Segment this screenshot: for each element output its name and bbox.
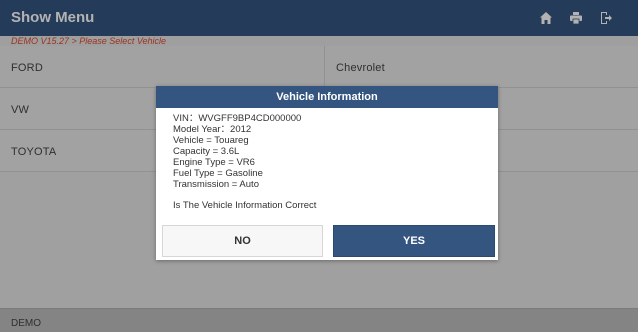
- vehicle-info-dialog: Vehicle Information VIN：WVGFF9BP4CD00000…: [156, 86, 498, 260]
- yes-button[interactable]: YES: [333, 225, 495, 257]
- confirm-question: Is The Vehicle Information Correct: [173, 200, 317, 211]
- no-button[interactable]: NO: [162, 225, 323, 257]
- dialog-body: VIN：WVGFF9BP4CD000000 Model Year：2012 Ve…: [173, 113, 483, 211]
- vin-line: VIN：WVGFF9BP4CD000000: [173, 113, 302, 124]
- dialog-header: Vehicle Information: [156, 86, 498, 108]
- transmission-line: Transmission = Auto: [173, 179, 259, 190]
- vehicle-line: Vehicle = Touareg: [173, 135, 249, 146]
- dialog-title: Vehicle Information: [276, 91, 378, 103]
- model-year-line: Model Year：2012: [173, 124, 252, 135]
- engine-type-line: Engine Type = VR6: [173, 157, 255, 168]
- capacity-line: Capacity = 3.6L: [173, 146, 240, 157]
- fuel-type-line: Fuel Type = Gasoline: [173, 168, 263, 179]
